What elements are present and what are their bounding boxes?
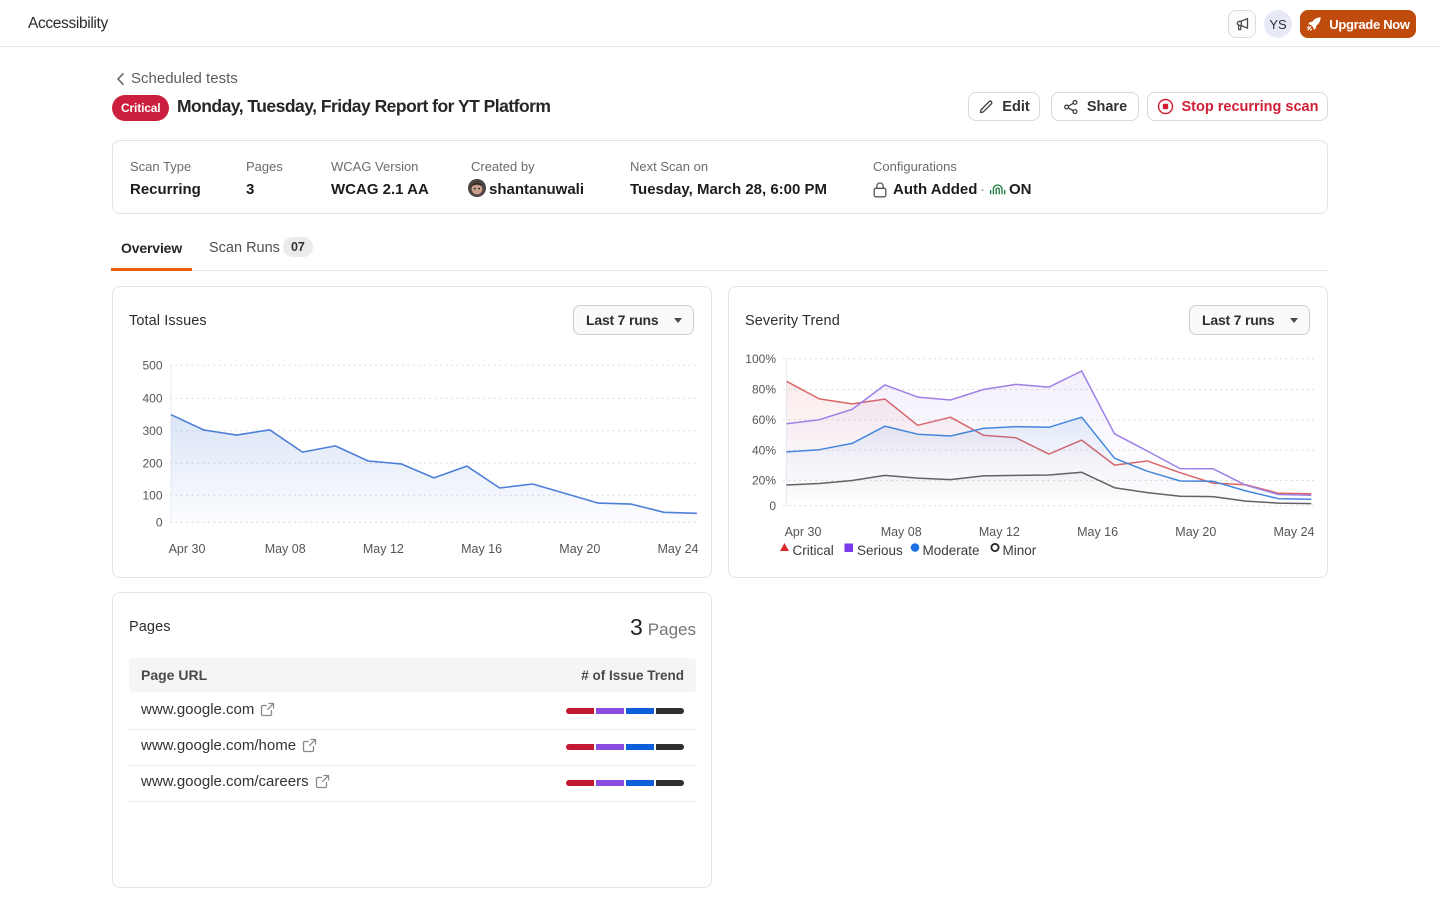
svg-text:100%: 100% — [745, 352, 776, 366]
svg-text:May 08: May 08 — [881, 525, 922, 539]
svg-text:0: 0 — [156, 516, 163, 530]
svg-text:May 12: May 12 — [363, 542, 404, 556]
svg-text:40%: 40% — [752, 443, 776, 457]
svg-text:Apr 30: Apr 30 — [169, 542, 206, 556]
svg-text:May 16: May 16 — [461, 542, 502, 556]
svg-text:100: 100 — [142, 489, 162, 503]
svg-text:May 24: May 24 — [658, 542, 699, 556]
svg-text:May 12: May 12 — [979, 525, 1020, 539]
svg-text:300: 300 — [142, 424, 162, 438]
svg-text:May 08: May 08 — [265, 542, 306, 556]
svg-text:May 24: May 24 — [1274, 525, 1315, 539]
svg-text:May 20: May 20 — [1175, 525, 1216, 539]
svg-text:500: 500 — [142, 359, 162, 373]
svg-text:0: 0 — [769, 499, 776, 513]
svg-text:20%: 20% — [752, 474, 776, 488]
svg-text:Critical: Critical — [793, 543, 834, 558]
svg-text:80%: 80% — [752, 383, 776, 397]
svg-text:May 20: May 20 — [559, 542, 600, 556]
svg-text:Minor: Minor — [1003, 543, 1037, 558]
svg-text:May 16: May 16 — [1077, 525, 1118, 539]
svg-text:Serious: Serious — [857, 543, 903, 558]
svg-text:400: 400 — [142, 392, 162, 406]
svg-text:Moderate: Moderate — [923, 543, 980, 558]
svg-text:200: 200 — [142, 456, 162, 470]
svg-text:60%: 60% — [752, 413, 776, 427]
svg-text:Apr 30: Apr 30 — [785, 525, 822, 539]
